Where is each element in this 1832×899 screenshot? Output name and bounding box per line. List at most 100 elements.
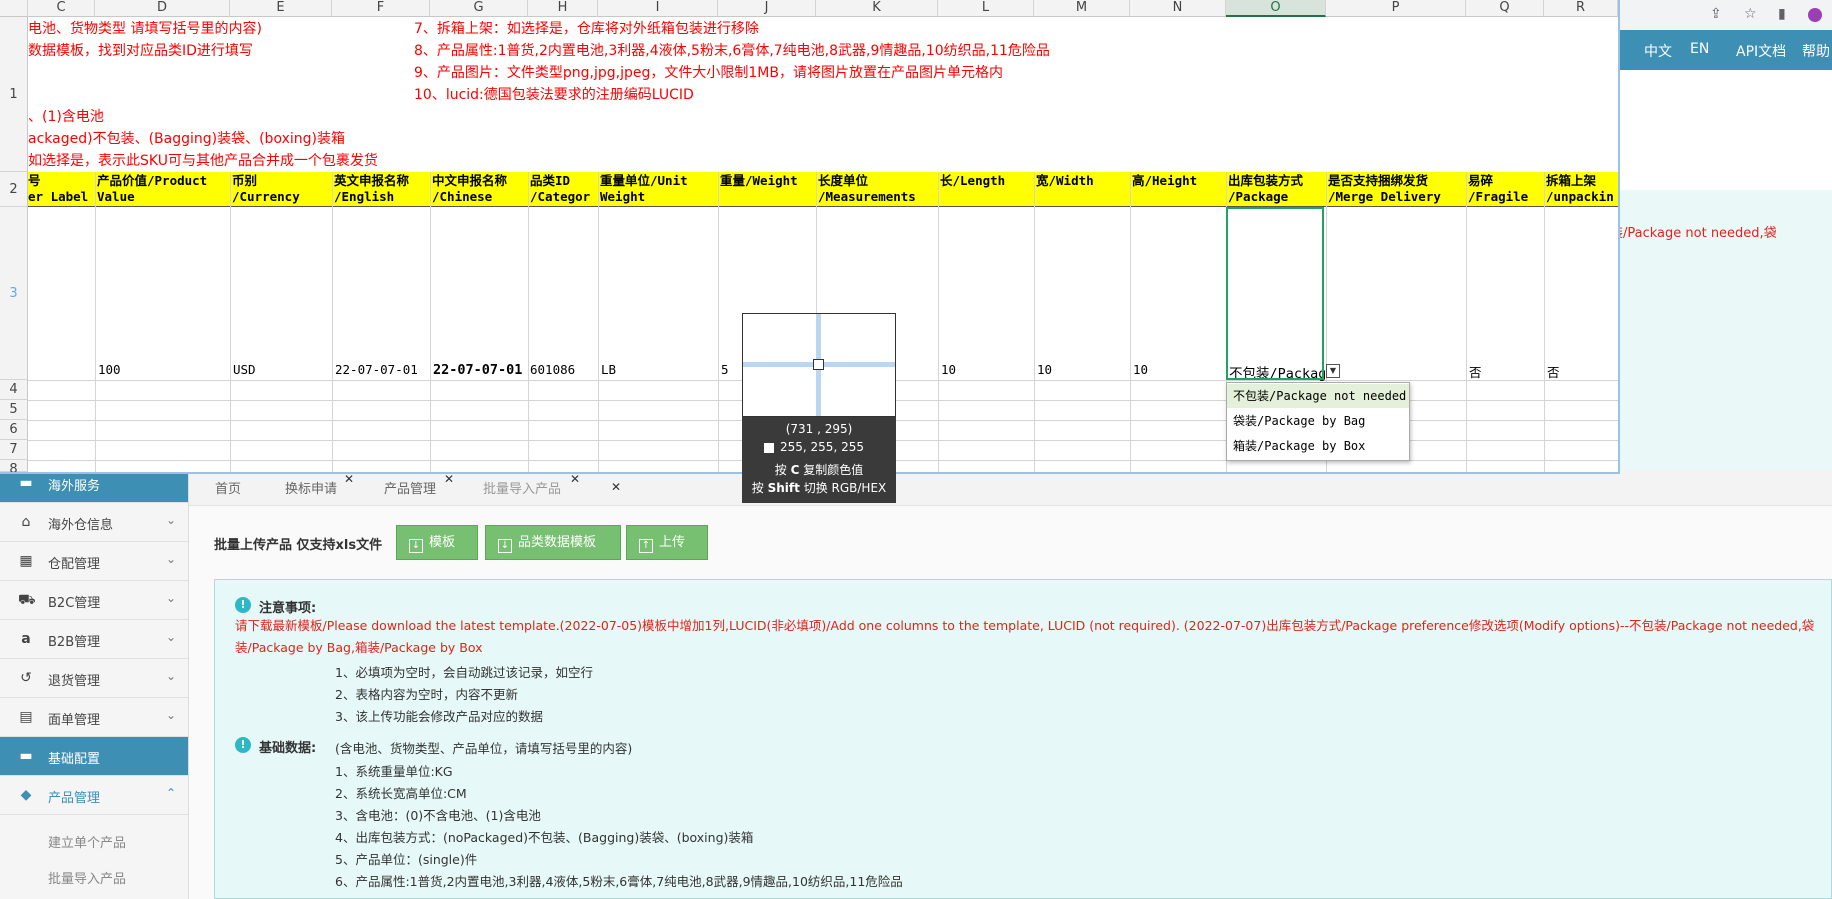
picker-shift-hint: 按 Shift 切换 RGB/HEX [751, 481, 887, 495]
tag-icon: ◆ [20, 787, 32, 803]
category-template-button[interactable]: ↓ 品类数据模板 [485, 525, 621, 560]
row-header[interactable]: 4 [0, 380, 28, 400]
folder-icon: ▬ [19, 475, 33, 491]
column-header[interactable]: I [598, 0, 718, 17]
sidebar-item-b2c[interactable]: ⛟ B2C管理 ⌄ [0, 581, 188, 620]
folder-icon: ▬ [19, 748, 33, 764]
nav-help[interactable]: 帮助 [1802, 41, 1830, 61]
tab-home[interactable]: 首页 [215, 478, 241, 497]
header-cell[interactable]: 英文申报名称/English [334, 173, 429, 205]
column-header[interactable]: Q [1466, 0, 1544, 17]
sidebar-item-label: 退货管理 [48, 674, 101, 689]
cell[interactable]: 10 [941, 362, 1033, 377]
row-header[interactable]: 2 [0, 172, 28, 207]
sidebar-item-product-management[interactable]: ◆ 产品管理 ⌃ [0, 776, 188, 815]
cell[interactable]: 10 [1037, 362, 1129, 377]
nav-english[interactable]: EN [1690, 41, 1709, 57]
sidebar-item-label: 仓配管理 [48, 557, 101, 572]
header-cell[interactable]: 高/Height [1132, 173, 1225, 189]
header-cell[interactable]: 产品价值/Product Value [97, 173, 229, 205]
row-header[interactable]: 7 [0, 440, 28, 460]
nav-api-docs[interactable]: API文档 [1736, 41, 1786, 61]
column-header[interactable]: E [230, 0, 332, 17]
upload-icon: ↑ [639, 539, 653, 553]
header-cell[interactable]: 长/Length [940, 173, 1033, 189]
header-cell[interactable]: 出库包装方式/Package [1228, 173, 1325, 205]
row-header[interactable]: 1 [0, 17, 28, 172]
row-header[interactable]: 6 [0, 420, 28, 440]
tab-relabel[interactable]: 换标申请 [285, 478, 337, 497]
column-header[interactable]: J [718, 0, 816, 17]
sheet-note: ackaged)不包装、(Bagging)装袋、(boxing)装箱 [28, 131, 345, 147]
column-header[interactable]: N [1130, 0, 1226, 17]
sheet-note: 9、产品图片：文件类型png,jpg,jpeg，文件大小限制1MB，请将图片放置… [414, 65, 1003, 81]
header-cell[interactable]: 宽/Width [1036, 173, 1129, 189]
header-cell[interactable]: 重量单位/Unit Weight [600, 173, 717, 205]
header-cell[interactable]: 重量/Weight [720, 173, 815, 189]
column-header[interactable]: H [528, 0, 598, 17]
template-button[interactable]: ↓ 模板 [396, 525, 478, 560]
header-cell[interactable]: 易碎/Fragile [1468, 173, 1543, 205]
sidebar-subitem-create-product[interactable]: 建立单个产品 [48, 832, 126, 851]
chevron-down-icon: ⌄ [165, 708, 176, 722]
header-cell[interactable]: 长度单位/Measurements [818, 173, 937, 205]
cell[interactable]: 否 [1547, 362, 1617, 381]
sidebar-item-fulfillment[interactable]: ▦ 仓配管理 ⌄ [0, 542, 188, 581]
sidebar-item-returns[interactable]: ↺ 退货管理 ⌄ [0, 659, 188, 698]
sidebar-item-labels[interactable]: ▤ 面单管理 ⌄ [0, 698, 188, 737]
sidebar-subitem-batch-import[interactable]: 批量导入产品 [48, 868, 126, 887]
tab-batch-import[interactable]: 批量导入产品 [483, 478, 561, 497]
close-all-tabs-icon[interactable]: ✕ [611, 480, 621, 494]
close-icon[interactable]: ✕ [570, 472, 580, 486]
cell[interactable]: 22-07-07-01 [433, 362, 527, 378]
dropdown-option-by-box[interactable]: 箱装/Package by Box [1227, 434, 1409, 458]
cell[interactable]: 10 [1133, 362, 1225, 377]
row-header[interactable]: 8 [0, 460, 28, 472]
row-header[interactable]: 3 [0, 207, 28, 380]
column-header[interactable]: G [430, 0, 528, 17]
sidebar-item-basic-config[interactable]: ▬ 基础配置 [0, 737, 188, 776]
tab-product-management[interactable]: 产品管理 [384, 478, 436, 497]
cell[interactable]: 否 [1469, 362, 1543, 381]
column-header-selected[interactable]: O [1226, 0, 1326, 17]
row-header[interactable]: 5 [0, 400, 28, 420]
header-cell[interactable]: 是否支持捆绑发货/Merge Delivery [1328, 173, 1465, 205]
cell[interactable]: 5 [721, 362, 741, 377]
crosshair-icon [813, 359, 824, 370]
column-header[interactable]: M [1034, 0, 1130, 17]
nav-chinese[interactable]: 中文 [1644, 41, 1672, 61]
cell[interactable]: LB [601, 362, 717, 377]
dropdown-arrow-icon[interactable]: ▼ [1326, 364, 1340, 378]
column-header[interactable]: F [332, 0, 430, 17]
upload-button[interactable]: ↑ 上传 [626, 525, 708, 560]
share-icon[interactable]: ⇪ [1710, 6, 1722, 22]
column-header[interactable]: P [1326, 0, 1466, 17]
cell[interactable]: USD [233, 362, 329, 377]
profile-icon[interactable] [1808, 8, 1822, 22]
select-all-corner[interactable] [0, 0, 28, 17]
close-icon[interactable]: ✕ [444, 472, 454, 486]
sidebar-item-label: 面单管理 [48, 713, 101, 728]
header-cell[interactable]: 拆箱上架/unpackin [1546, 173, 1618, 205]
cell[interactable]: 100 [98, 362, 228, 377]
column-header[interactable]: C [28, 0, 95, 17]
column-header[interactable]: R [1544, 0, 1618, 17]
star-icon[interactable]: ☆ [1744, 6, 1757, 22]
header-cell[interactable]: 号 er Label [28, 173, 94, 205]
column-header[interactable]: D [95, 0, 230, 17]
sidebar-item-b2b[interactable]: a B2B管理 ⌄ [0, 620, 188, 659]
column-header[interactable]: L [938, 0, 1034, 17]
notice-panel: ! 注意事项: 请下载最新模板/Please download the late… [214, 579, 1832, 899]
header-cell[interactable]: 中文申报名称/Chinese [432, 173, 527, 205]
sidebar-item-warehouse-info[interactable]: ⌂ 海外仓信息 ⌄ [0, 503, 188, 542]
cell[interactable]: 22-07-07-01 [335, 362, 429, 377]
grid-icon: ▦ [19, 553, 33, 569]
dropdown-option-not-needed[interactable]: 不包装/Package not needed [1227, 384, 1409, 408]
dropdown-option-by-bag[interactable]: 袋装/Package by Bag [1227, 409, 1409, 433]
column-header[interactable]: K [816, 0, 938, 17]
header-cell[interactable]: 品类ID/Categor [530, 173, 597, 205]
sidebar-icon[interactable]: ▮ [1778, 6, 1786, 22]
header-cell[interactable]: 币别/Currency [232, 173, 330, 205]
cell[interactable]: 601086 [530, 362, 597, 377]
close-icon[interactable]: ✕ [344, 472, 354, 486]
